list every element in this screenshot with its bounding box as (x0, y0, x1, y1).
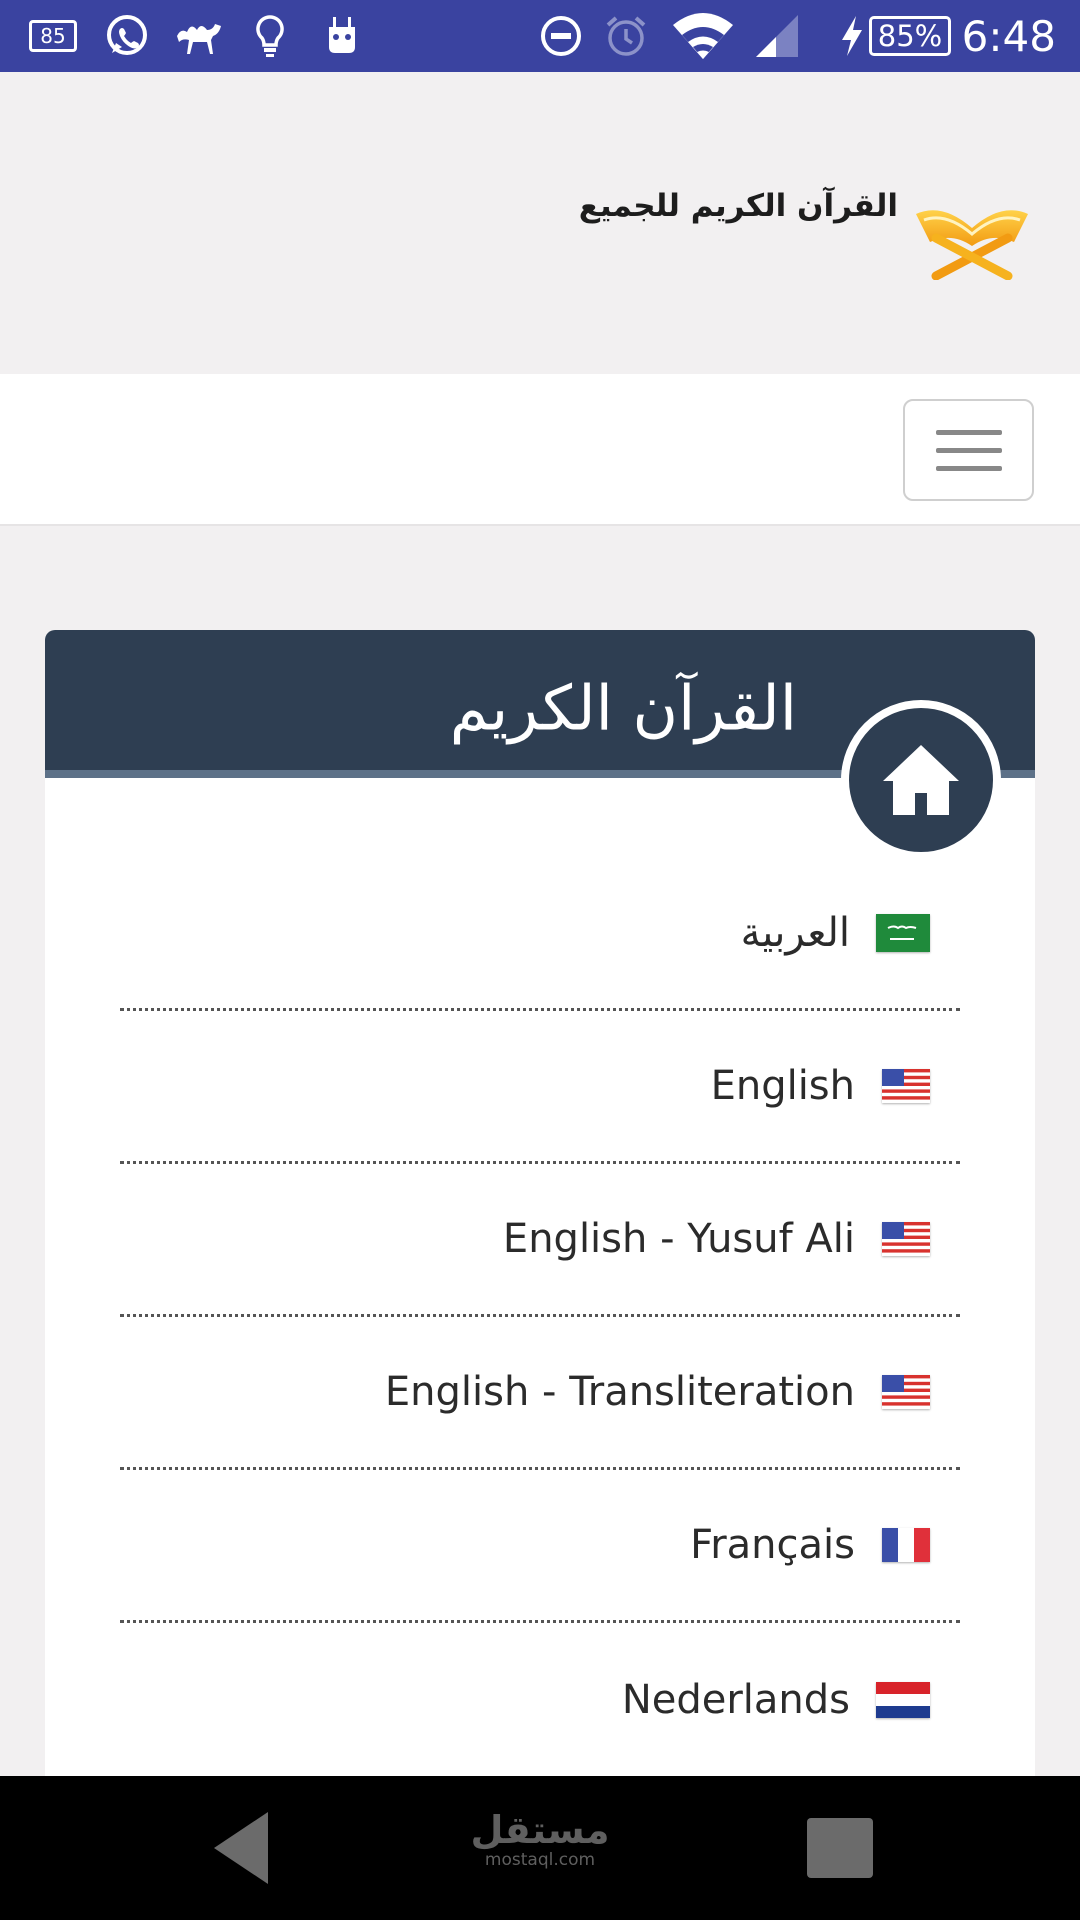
language-list: العربية English English - Yusuf Ali Engl… (120, 858, 960, 1776)
mostaql-watermark: مستقل mostaql.com (470, 1810, 610, 1870)
language-card: القرآن الكريم العربية English English - … (45, 630, 1035, 1780)
language-label: العربية (740, 910, 850, 956)
home-button[interactable] (841, 700, 1001, 860)
usa-flag-icon (882, 1222, 930, 1256)
usa-flag-icon (882, 1069, 930, 1103)
quran-logo-icon[interactable] (914, 198, 1030, 284)
logo-text[interactable]: القرآن الكريم للجميع (579, 188, 898, 224)
language-item-french[interactable]: Français (120, 1470, 960, 1623)
battery-percent: 85% (868, 16, 952, 56)
language-label: Nederlands (621, 1676, 850, 1723)
android-icon (320, 0, 364, 72)
netherlands-flag-icon (876, 1681, 930, 1718)
watermark-url: mostaql.com (484, 1850, 596, 1870)
site-header: القرآن الكريم للجميع (0, 72, 1080, 374)
language-label: English - Transliteration (384, 1369, 855, 1415)
menu-bar-line (935, 429, 1002, 435)
recents-button[interactable] (800, 1776, 880, 1920)
wifi-icon (670, 0, 736, 72)
system-navigation-bar: مستقل mostaql.com (0, 1776, 1080, 1920)
hamburger-menu-button[interactable] (903, 399, 1034, 501)
back-triangle-icon (214, 1812, 268, 1884)
language-label: Français (690, 1522, 855, 1568)
do-not-disturb-icon (536, 0, 586, 72)
lightbulb-icon (248, 0, 292, 72)
language-label: English - Yusuf Ali (502, 1216, 855, 1262)
battery-notification-icon: 85 (26, 0, 80, 72)
language-item-arabic[interactable]: العربية (120, 858, 960, 1011)
france-flag-icon (882, 1528, 930, 1562)
back-button[interactable] (200, 1776, 280, 1920)
whatsapp-icon (100, 0, 154, 72)
notification-badge: 85 (29, 20, 77, 52)
battery-icon: 85% (868, 0, 952, 72)
clock: 6:48 (961, 11, 1056, 61)
recents-square-icon (807, 1818, 873, 1878)
camel-icon (170, 0, 230, 72)
language-item-english[interactable]: English (120, 1011, 960, 1164)
language-item-english-transliteration[interactable]: English - Transliteration (120, 1317, 960, 1470)
card-title: القرآن الكريم (449, 671, 797, 745)
language-item-dutch[interactable]: Nederlands (120, 1623, 960, 1776)
menu-bar-line (935, 465, 1002, 471)
language-item-english-yusuf-ali[interactable]: English - Yusuf Ali (120, 1164, 960, 1317)
language-label: English (710, 1063, 855, 1109)
watermark-arabic: مستقل (470, 1808, 610, 1852)
signal-icon (752, 0, 802, 72)
home-icon (883, 745, 959, 815)
usa-flag-icon (882, 1375, 930, 1409)
status-bar: 85 85% 6:48 (0, 0, 1080, 72)
charging-icon (834, 0, 870, 72)
alarm-icon (600, 0, 652, 72)
menu-bar-line (935, 447, 1002, 453)
navbar (0, 374, 1080, 526)
saudi-arabia-flag-icon (876, 914, 930, 952)
